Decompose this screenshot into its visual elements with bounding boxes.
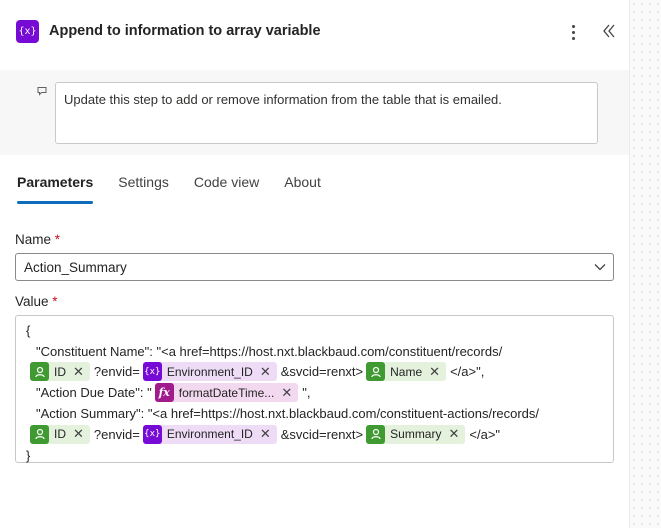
person-icon xyxy=(30,424,49,444)
code-text: ?envid= xyxy=(93,364,140,380)
variable-icon: {x} xyxy=(16,20,39,43)
double-chevron-left-icon xyxy=(603,24,615,38)
dynamic-token-environment-id[interactable]: {x} Environment_ID ✕ xyxy=(142,362,277,382)
note-area: Update this step to add or remove inform… xyxy=(0,70,629,155)
remove-token-icon[interactable]: ✕ xyxy=(446,426,465,442)
name-dropdown-value: Action_Summary xyxy=(24,260,127,275)
editor-line: ID ✕ ?envid= {x} Environment_ID ✕ &svcid… xyxy=(26,362,613,383)
dynamic-token-id[interactable]: ID ✕ xyxy=(30,362,90,382)
dot-icon xyxy=(571,36,575,40)
code-text: ", xyxy=(302,385,311,401)
note-input[interactable]: Update this step to add or remove inform… xyxy=(55,82,598,144)
value-label-text: Value xyxy=(15,294,49,309)
variable-icon: {x} xyxy=(142,362,162,382)
dynamic-token-name[interactable]: Name ✕ xyxy=(366,362,447,382)
code-text: </a>", xyxy=(450,364,485,380)
token-label: formatDateTime... xyxy=(178,385,275,400)
code-text: "Constituent Name": "<a href=https://hos… xyxy=(36,343,503,359)
editor-line: "Action Due Date": " fx formatDateTime..… xyxy=(26,382,613,403)
tab-about[interactable]: About xyxy=(284,174,321,204)
required-mark: * xyxy=(54,232,61,247)
panel-header: {x} Append to information to array varia… xyxy=(0,0,629,70)
variable-icon: {x} xyxy=(142,424,162,444)
dynamic-token-summary[interactable]: Summary ✕ xyxy=(366,424,466,444)
code-text: </a>" xyxy=(469,426,501,442)
name-field-label: Name * xyxy=(15,232,60,247)
editor-line: "Constituent Name": "<a href=https://hos… xyxy=(26,341,613,362)
required-mark: * xyxy=(52,294,58,309)
editor-line: } xyxy=(26,445,613,466)
more-options-button[interactable] xyxy=(563,21,583,43)
code-text: &svcid=renxt> xyxy=(280,426,364,442)
comment-icon xyxy=(37,87,47,96)
editor-line: "Action Summary": "<a href=https://host.… xyxy=(26,403,613,424)
dynamic-token-environment-id[interactable]: {x} Environment_ID ✕ xyxy=(142,424,277,444)
value-editor[interactable]: { "Constituent Name": "<a href=https://h… xyxy=(15,315,614,463)
collapse-panel-button[interactable] xyxy=(597,19,619,43)
expression-token-format-date-time[interactable]: fx formatDateTime... ✕ xyxy=(154,383,299,403)
editor-line: { xyxy=(26,320,613,341)
editor-line: ID ✕ ?envid= {x} Environment_ID ✕ &svcid… xyxy=(26,424,613,445)
code-text: "Action Summary": "<a href=https://host.… xyxy=(36,406,540,422)
chevron-down-icon xyxy=(594,264,606,271)
value-field-label: Value * xyxy=(15,294,58,309)
tab-list: Parameters Settings Code view About xyxy=(17,174,346,204)
token-label: Name xyxy=(390,364,423,379)
remove-token-icon[interactable]: ✕ xyxy=(71,426,90,442)
remove-token-icon[interactable]: ✕ xyxy=(258,426,277,442)
code-text: ?envid= xyxy=(93,426,140,442)
tab-parameters[interactable]: Parameters xyxy=(17,174,94,204)
dot-icon xyxy=(571,24,575,28)
person-icon xyxy=(30,362,49,382)
token-label: Environment_ID xyxy=(166,427,253,442)
function-icon: fx xyxy=(154,383,174,403)
close-brace: } xyxy=(26,447,31,463)
token-label: Environment_ID xyxy=(166,364,253,379)
token-label: Summary xyxy=(390,427,442,442)
dot-icon xyxy=(571,30,575,34)
action-title[interactable]: Append to information to array variable xyxy=(49,23,321,39)
person-icon xyxy=(366,424,386,444)
name-label-text: Name xyxy=(15,232,52,247)
remove-token-icon[interactable]: ✕ xyxy=(279,385,298,401)
name-dropdown[interactable]: Action_Summary xyxy=(15,253,614,281)
code-text: &svcid=renxt> xyxy=(280,364,364,380)
remove-token-icon[interactable]: ✕ xyxy=(258,364,277,380)
canvas-background xyxy=(629,0,661,528)
dynamic-token-id[interactable]: ID ✕ xyxy=(30,424,90,444)
tab-settings[interactable]: Settings xyxy=(118,174,169,204)
person-icon xyxy=(366,362,386,382)
code-text: "Action Due Date": " xyxy=(36,385,152,401)
remove-token-icon[interactable]: ✕ xyxy=(427,364,446,380)
action-details-panel: {x} Append to information to array varia… xyxy=(0,0,629,528)
token-label: ID xyxy=(54,364,66,379)
tab-code-view[interactable]: Code view xyxy=(194,174,259,204)
token-label: ID xyxy=(54,427,66,442)
remove-token-icon[interactable]: ✕ xyxy=(71,364,90,380)
open-brace: { xyxy=(26,322,31,338)
